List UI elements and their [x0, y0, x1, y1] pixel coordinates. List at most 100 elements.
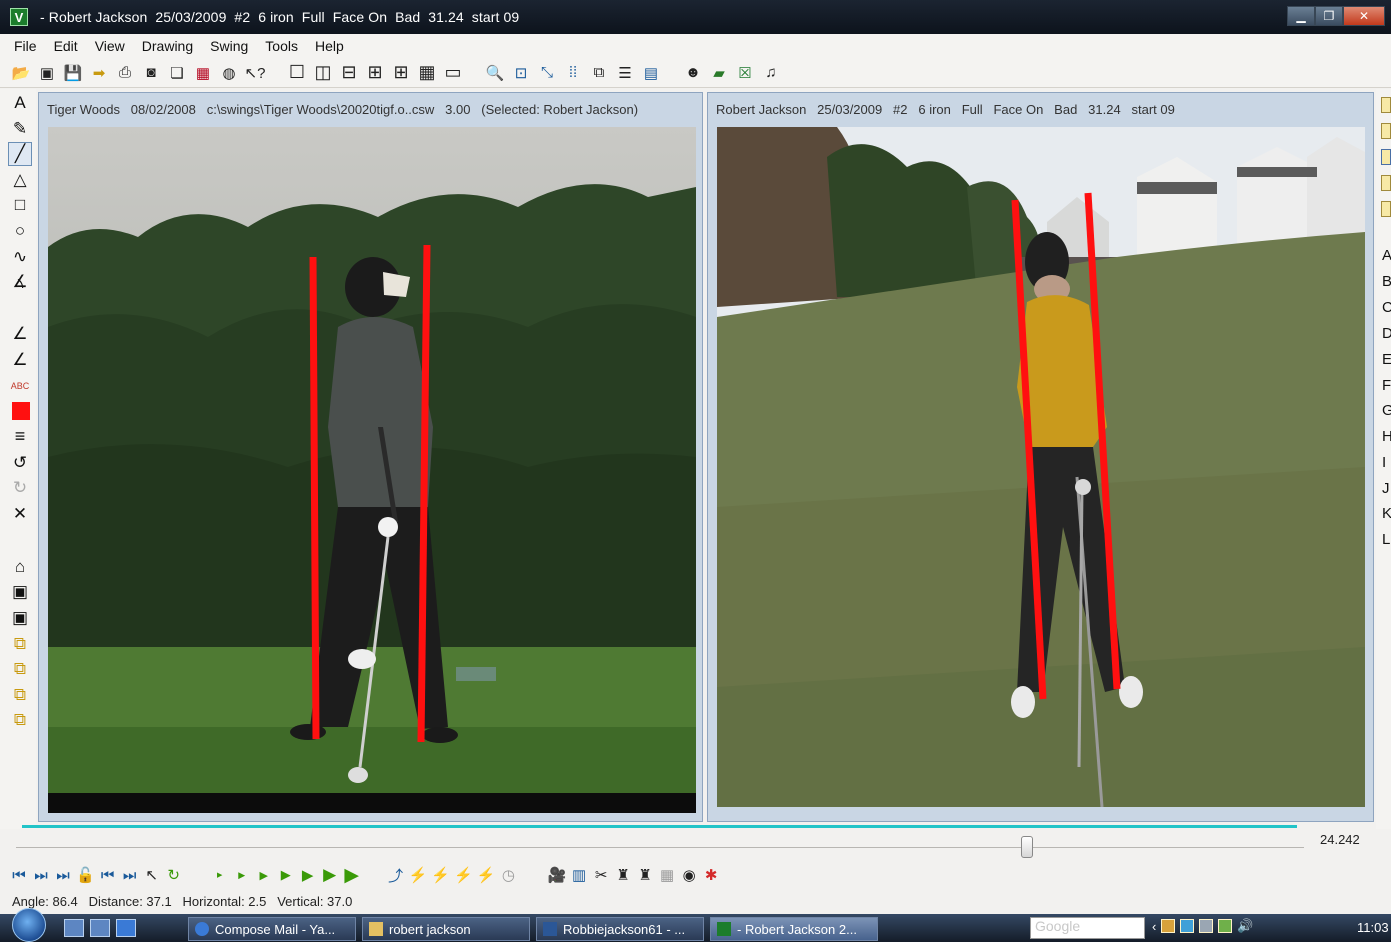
right-video-pane[interactable]: Robert Jackson 25/03/2009 #2 6 iron Full…: [707, 92, 1374, 822]
taskbar-task[interactable]: robert jackson: [362, 917, 530, 941]
tray-icon[interactable]: [1161, 919, 1176, 933]
position-letter[interactable]: C: [1382, 299, 1391, 316]
globe-icon[interactable]: ◍: [218, 62, 240, 84]
zoom-icon[interactable]: 🔍: [484, 62, 506, 84]
go-end-icon[interactable]: ⏭: [54, 864, 72, 886]
abc-label-icon[interactable]: ABC: [8, 374, 32, 398]
next-frame-icon[interactable]: ⏭: [121, 864, 139, 886]
align-icon[interactable]: ⁞⁞: [562, 62, 584, 84]
layer1-icon[interactable]: ⧉: [8, 632, 32, 656]
right-video-frame[interactable]: [717, 127, 1365, 807]
rectangle-tool-icon[interactable]: □: [8, 193, 32, 217]
capture-icon[interactable]: ◙: [140, 62, 162, 84]
loop-icon[interactable]: ↻: [165, 864, 183, 886]
angle-tool-icon[interactable]: ∡: [8, 270, 32, 294]
position-letter[interactable]: A: [1382, 247, 1391, 264]
timer-icon[interactable]: ◷: [499, 864, 517, 886]
person1-icon[interactable]: ♜: [614, 864, 632, 886]
color-dots-icon[interactable]: ✱: [702, 864, 720, 886]
step-back-icon[interactable]: ⏭: [32, 864, 50, 886]
text-tool-icon[interactable]: A: [8, 91, 32, 115]
line-tool-icon[interactable]: ╱: [8, 142, 32, 166]
tray-icon[interactable]: [1199, 919, 1214, 933]
color-swatch-red[interactable]: [12, 402, 30, 420]
open-folder-icon[interactable]: 📂: [10, 62, 32, 84]
curve-tool-icon[interactable]: ∿: [8, 245, 32, 269]
user-icon[interactable]: ☻: [682, 62, 704, 84]
speed-2-icon[interactable]: ▶: [233, 864, 251, 886]
grid-person-icon[interactable]: ▦: [658, 864, 676, 886]
two-horizontal-icon[interactable]: ⊟: [338, 62, 360, 84]
triangle-tool-icon[interactable]: △: [8, 168, 32, 192]
restore-button[interactable]: ❐: [1315, 6, 1343, 26]
prev-frame-icon[interactable]: ⏮: [99, 864, 117, 886]
film-icon[interactable]: ▦: [192, 62, 214, 84]
circle-tool-icon[interactable]: ○: [8, 219, 32, 243]
help-cursor-icon[interactable]: ↖?: [244, 62, 266, 84]
app-icon[interactable]: V: [10, 8, 28, 26]
position-letter[interactable]: I: [1382, 454, 1386, 471]
menu-swing[interactable]: Swing: [210, 38, 248, 54]
list-icon[interactable]: ☰: [614, 62, 636, 84]
show-desktop-icon[interactable]: [64, 919, 84, 937]
redo-icon[interactable]: ↻: [8, 476, 32, 500]
start-button[interactable]: [0, 908, 58, 942]
position-letter[interactable]: F: [1382, 377, 1391, 394]
pose1-icon[interactable]: ⚡: [409, 864, 428, 886]
position-letter[interactable]: E: [1382, 351, 1391, 368]
overlay-icon[interactable]: ⧉: [588, 62, 610, 84]
grid-view-icon[interactable]: ▦: [416, 62, 438, 84]
angle-measure-icon[interactable]: ∠: [8, 322, 32, 346]
layer3-icon[interactable]: ⧉: [8, 683, 32, 707]
music-icon[interactable]: ♫: [760, 62, 782, 84]
layer2-icon[interactable]: ⧉: [8, 657, 32, 681]
google-search-box[interactable]: Google: [1030, 917, 1145, 939]
frame1-icon[interactable]: ▣: [8, 580, 32, 604]
timeline-progress[interactable]: [22, 825, 1297, 828]
cut-icon[interactable]: ✂: [592, 864, 610, 886]
speed-1-icon[interactable]: ▶: [211, 864, 229, 886]
speed-5-icon[interactable]: ▶: [299, 864, 317, 886]
window-icon[interactable]: ▤: [640, 62, 662, 84]
layer4-icon[interactable]: ⧉: [8, 708, 32, 732]
print-icon[interactable]: ⎙: [114, 62, 136, 84]
four-view-icon[interactable]: ⊞: [390, 62, 412, 84]
close-button[interactable]: ✕: [1343, 6, 1385, 26]
ie-icon[interactable]: [116, 919, 136, 937]
pose2-icon[interactable]: ⚡: [431, 864, 450, 886]
volume-icon[interactable]: 🔊: [1237, 918, 1253, 934]
menu-drawing[interactable]: Drawing: [142, 38, 193, 54]
speed-4-icon[interactable]: ▶: [277, 864, 295, 886]
undo-icon[interactable]: ↺: [8, 451, 32, 475]
frame2-icon[interactable]: ▣: [8, 606, 32, 630]
speed-6-icon[interactable]: ▶: [321, 864, 339, 886]
left-video-pane[interactable]: Tiger Woods 08/02/2008 c:\swings\Tiger W…: [38, 92, 703, 822]
left-video-frame[interactable]: [48, 127, 696, 813]
quick-launch-icon[interactable]: [90, 919, 110, 937]
draw-skeleton-icon[interactable]: ⤴: [387, 864, 405, 886]
angle-line-icon[interactable]: ∠: [8, 348, 32, 372]
pencil-tool-icon[interactable]: ✎: [8, 117, 32, 141]
camera-icon[interactable]: 🎥: [547, 864, 566, 886]
taskbar-task-active[interactable]: - Robert Jackson 2...: [710, 917, 878, 941]
three-view-icon[interactable]: ⊞: [364, 62, 386, 84]
zoom-fit-icon[interactable]: ⊡: [510, 62, 532, 84]
position-letter[interactable]: G: [1382, 402, 1391, 419]
menu-file[interactable]: File: [14, 38, 37, 54]
person2-icon[interactable]: ♜: [636, 864, 654, 886]
speed-7-icon[interactable]: ▶: [343, 864, 361, 886]
two-vertical-icon[interactable]: ◫: [312, 62, 334, 84]
notes-icon[interactable]: ▰: [708, 62, 730, 84]
timeline-thumb[interactable]: [1021, 836, 1033, 858]
menu-help[interactable]: Help: [315, 38, 344, 54]
marker-icon[interactable]: [1381, 97, 1391, 113]
menu-edit[interactable]: Edit: [54, 38, 78, 54]
select-icon[interactable]: ⤡: [536, 62, 558, 84]
position-letter[interactable]: L: [1382, 531, 1390, 548]
marker-icon[interactable]: [1381, 201, 1391, 217]
save-icon[interactable]: 💾: [62, 62, 84, 84]
position-letter[interactable]: B: [1382, 273, 1391, 290]
marker-icon[interactable]: [1381, 123, 1391, 139]
tray-icon[interactable]: [1180, 919, 1195, 933]
delete-icon[interactable]: ✕: [8, 502, 32, 526]
